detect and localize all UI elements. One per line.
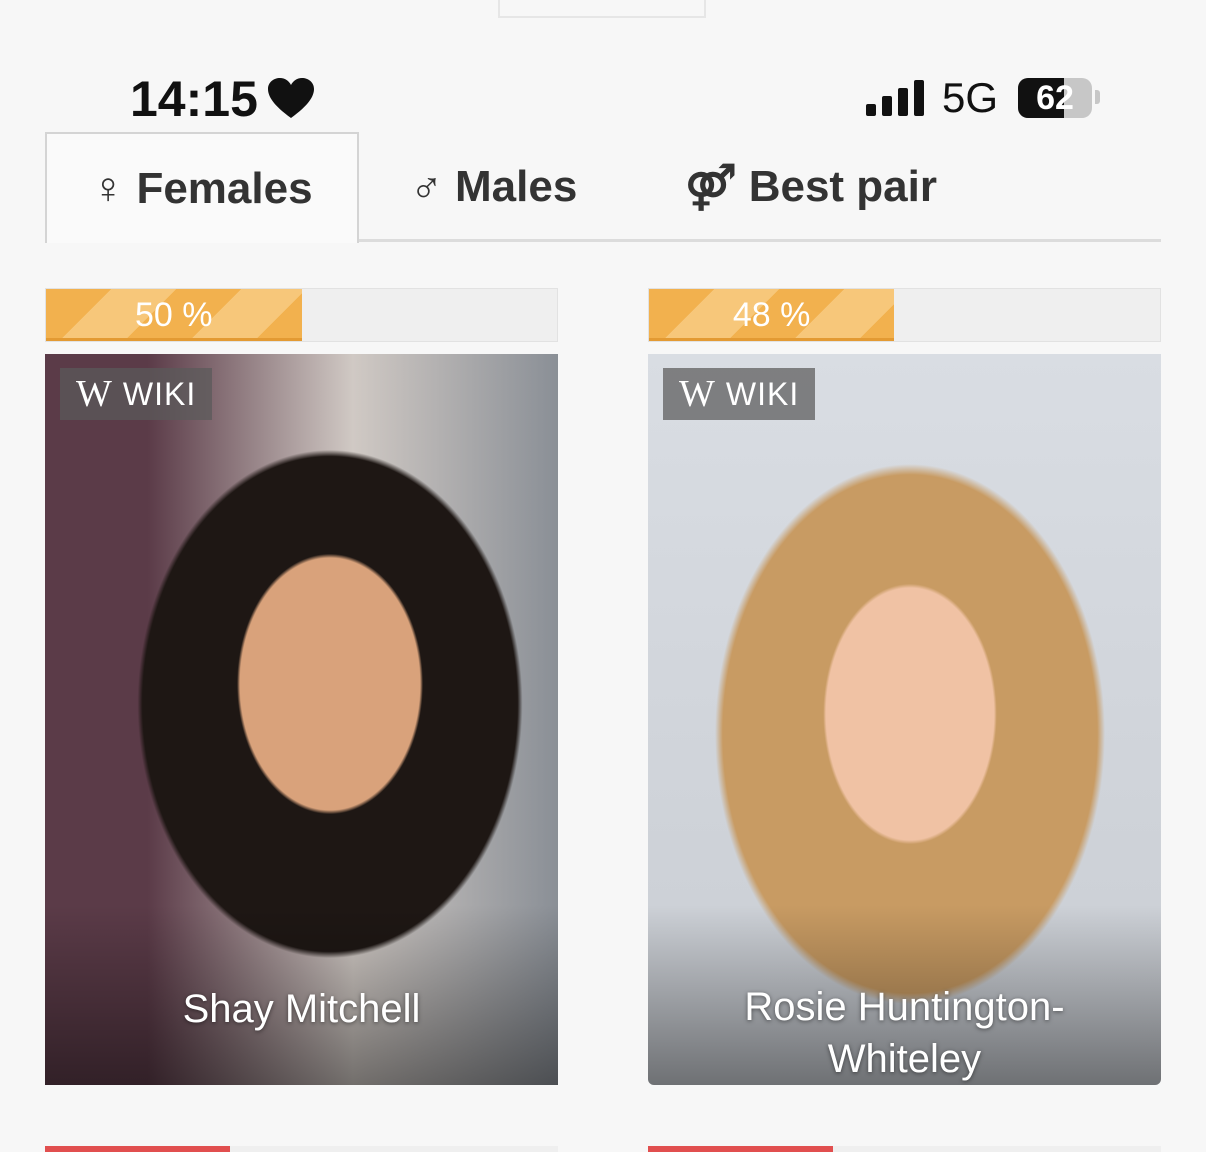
next-match-bar	[648, 1146, 1161, 1152]
heart-icon	[267, 78, 314, 118]
match-percent-bar: 50 %	[45, 288, 558, 342]
status-time-text: 14:15	[130, 71, 258, 127]
tab-females[interactable]: ♀ Females	[45, 132, 359, 243]
network-label: 5G	[942, 74, 999, 121]
female-icon: ♀	[91, 163, 125, 213]
top-notch	[498, 0, 706, 18]
match-percent-label: 48 %	[732, 295, 811, 334]
male-icon: ♂	[410, 162, 443, 211]
wiki-label: WIKI	[725, 375, 800, 412]
battery-icon: 62	[1018, 78, 1092, 118]
status-time: 14:15	[130, 70, 314, 128]
match-percent-bar: 48 %	[648, 288, 1161, 342]
gender-tabs: ♀ Females ♂ Males ⚤ Best pair	[45, 132, 1161, 243]
battery-percent: 62	[1036, 79, 1074, 117]
battery-nub	[1095, 90, 1100, 104]
tab-females-label: Females	[136, 163, 313, 213]
celebrity-photo[interactable]: W WIKI Shay Mitchell	[45, 354, 558, 1085]
wikipedia-icon: W	[679, 373, 716, 415]
celebrity-name: Shay Mitchell	[182, 987, 421, 1031]
wiki-link[interactable]: W WIKI	[60, 368, 213, 420]
celebrity-card[interactable]: 48 % W WIKI Rosie Huntington-Whiteley	[648, 288, 1161, 1085]
signal-icon	[866, 80, 924, 116]
match-percent-label: 50 %	[135, 295, 213, 334]
pair-icon: ⚤	[685, 162, 737, 212]
tab-males[interactable]: ♂ Males	[410, 132, 577, 242]
wiki-link[interactable]: W WIKI	[663, 368, 816, 420]
next-match-fill	[45, 1146, 230, 1152]
tab-males-label: Males	[455, 162, 578, 211]
celebrity-card[interactable]: 50 % W WIKI Shay Mitchell	[45, 288, 558, 1085]
celebrity-name: Rosie Huntington-Whiteley	[744, 985, 1065, 1081]
wiki-label: WIKI	[122, 375, 197, 412]
wikipedia-icon: W	[76, 373, 113, 415]
tab-best-pair-label: Best pair	[748, 162, 937, 211]
next-match-bar	[45, 1146, 558, 1152]
celebrity-photo[interactable]: W WIKI Rosie Huntington-Whiteley	[648, 354, 1161, 1085]
tab-best-pair[interactable]: ⚤ Best pair	[685, 132, 937, 242]
next-match-fill	[648, 1146, 833, 1152]
